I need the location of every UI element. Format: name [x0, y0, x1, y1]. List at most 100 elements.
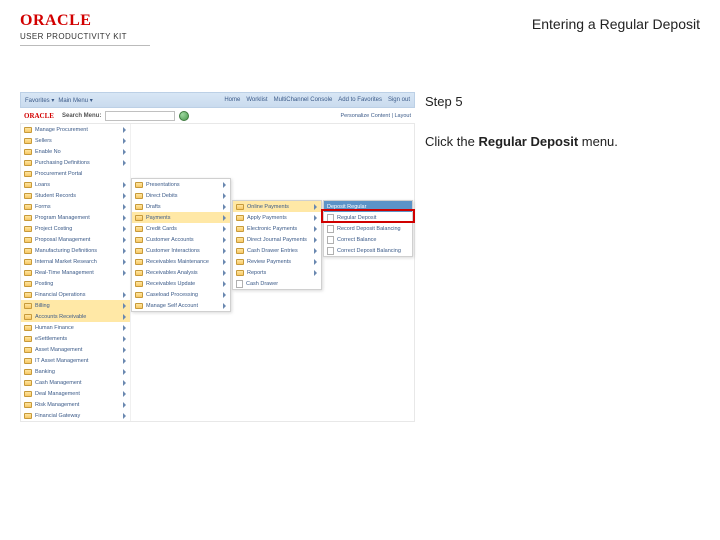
caret-icon: [123, 358, 127, 364]
nav-item[interactable]: Loans: [21, 179, 130, 190]
fly-label: Receivables Maintenance: [146, 259, 209, 265]
fly-item[interactable]: Manage Self Account: [132, 300, 230, 311]
nav-label: Sellers: [35, 138, 52, 144]
folder-icon: [24, 336, 32, 342]
fly-item[interactable]: Electronic Payments: [233, 223, 321, 234]
topbar-link[interactable]: Home: [224, 97, 240, 103]
folder-icon: [24, 413, 32, 419]
folder-icon: [24, 138, 32, 144]
folder-icon: [24, 303, 32, 309]
fly-item[interactable]: Receivables Maintenance: [132, 256, 230, 267]
nav-item[interactable]: Procurement Portal: [21, 168, 130, 179]
caret-icon: [123, 215, 127, 221]
fly-label: Manage Self Account: [146, 303, 198, 309]
caret-icon: [223, 281, 227, 287]
fly-item[interactable]: Direct Debits: [132, 190, 230, 201]
nav-item[interactable]: Sellers: [21, 135, 130, 146]
nav-label: Manufacturing Definitions: [35, 248, 97, 254]
nav-label: Risk Management: [35, 402, 79, 408]
fly-item[interactable]: Customer Accounts: [132, 234, 230, 245]
fly-item-online-payments[interactable]: Online Payments: [233, 201, 321, 212]
nav-item[interactable]: Enable No: [21, 146, 130, 157]
doc-title: Entering a Regular Deposit: [532, 16, 700, 32]
fly-item[interactable]: Drafts: [132, 201, 230, 212]
nav-item[interactable]: Financial Operations: [21, 289, 130, 300]
caret-icon: [123, 391, 127, 397]
fly-item[interactable]: Apply Payments: [233, 212, 321, 223]
nav-item[interactable]: Forms: [21, 201, 130, 212]
caret-icon: [123, 248, 127, 254]
personalize-link[interactable]: Personalize Content | Layout: [340, 113, 411, 119]
topbar-item[interactable]: Favorites ▾: [25, 97, 54, 104]
nav-label: Loans: [35, 182, 50, 188]
nav-item[interactable]: Posting: [21, 278, 130, 289]
topbar-link[interactable]: Add to Favorites: [338, 97, 382, 103]
fly-item[interactable]: Caseload Processing: [132, 289, 230, 300]
nav-item[interactable]: Billing: [21, 300, 130, 311]
topbar-link[interactable]: Worklist: [246, 97, 267, 103]
folder-icon: [236, 248, 244, 254]
caret-icon: [123, 149, 127, 155]
nav-item[interactable]: Asset Management: [21, 344, 130, 355]
fly-label: Reports: [247, 270, 266, 276]
nav-item[interactable]: Internal Market Research: [21, 256, 130, 267]
nav-item[interactable]: eSettlements: [21, 333, 130, 344]
search-input[interactable]: [105, 111, 175, 121]
folder-icon: [236, 237, 244, 243]
caret-icon: [123, 369, 127, 375]
caret-icon: [123, 292, 127, 298]
nav-item[interactable]: Banking: [21, 366, 130, 377]
nav-label: Real-Time Management: [35, 270, 94, 276]
fly-item[interactable]: Receivables Update: [132, 278, 230, 289]
nav-item[interactable]: Manage Procurement: [21, 124, 130, 135]
left-nav: Manage Procurement Sellers Enable No Pur…: [21, 124, 131, 421]
page-icon: [327, 247, 334, 255]
fly-item[interactable]: Cash Drawer: [233, 278, 321, 289]
fly-item[interactable]: Presentations: [132, 179, 230, 190]
nav-item[interactable]: Student Records: [21, 190, 130, 201]
nav-item[interactable]: Human Finance: [21, 322, 130, 333]
fly-item[interactable]: Correct Deposit Balancing: [324, 245, 412, 256]
folder-icon: [24, 347, 32, 353]
nav-item[interactable]: Risk Management: [21, 399, 130, 410]
nav-item[interactable]: Program Management: [21, 212, 130, 223]
nav-label: Financial Gateway: [35, 413, 80, 419]
nav-item[interactable]: Cash Management: [21, 377, 130, 388]
fly-item[interactable]: Record Deposit Balancing: [324, 223, 412, 234]
fly-item[interactable]: Review Payments: [233, 256, 321, 267]
fly-item[interactable]: Customer Interactions: [132, 245, 230, 256]
nav-item[interactable]: Financial Gateway: [21, 410, 130, 421]
folder-icon: [135, 226, 143, 232]
fly-item[interactable]: Receivables Analysis: [132, 267, 230, 278]
fly-item[interactable]: Cash Drawer Entries: [233, 245, 321, 256]
fly-label: Correct Deposit Balancing: [337, 248, 401, 254]
fly-item[interactable]: Correct Balance: [324, 234, 412, 245]
fly-label: Customer Interactions: [146, 248, 200, 254]
topbar-link[interactable]: MultiChannel Console: [274, 97, 333, 103]
fly-label: Cash Drawer Entries: [247, 248, 298, 254]
fly-item[interactable]: Credit Cards: [132, 223, 230, 234]
folder-icon: [135, 248, 143, 254]
folder-icon: [24, 402, 32, 408]
go-icon[interactable]: [179, 111, 189, 121]
topbar-item[interactable]: Main Menu ▾: [58, 97, 92, 104]
topbar-link[interactable]: Sign out: [388, 97, 410, 103]
brand-subtitle: USER PRODUCTIVITY KIT: [20, 32, 150, 46]
menu-regular-deposit[interactable]: Regular Deposit: [324, 212, 412, 223]
instruction-suffix: menu.: [578, 134, 618, 149]
fly-item[interactable]: Reports: [233, 267, 321, 278]
nav-item[interactable]: Project Costing: [21, 223, 130, 234]
nav-item[interactable]: IT Asset Management: [21, 355, 130, 366]
fly-item[interactable]: Direct Journal Payments: [233, 234, 321, 245]
nav-item[interactable]: Manufacturing Definitions: [21, 245, 130, 256]
nav-item-accounts-receivable[interactable]: Accounts Receivable: [21, 311, 130, 322]
fly-label: Credit Cards: [146, 226, 177, 232]
nav-item[interactable]: Purchasing Definitions: [21, 157, 130, 168]
nav-item[interactable]: Deal Management: [21, 388, 130, 399]
fly-label: Direct Journal Payments: [247, 237, 307, 243]
nav-item[interactable]: Proposal Management: [21, 234, 130, 245]
nav-item[interactable]: Real-Time Management: [21, 267, 130, 278]
app-screenshot: Favorites ▾ Main Menu ▾ Home Worklist Mu…: [20, 92, 415, 422]
fly-item-payments[interactable]: Payments: [132, 212, 230, 223]
brand-block: ORACLE USER PRODUCTIVITY KIT: [20, 12, 150, 46]
